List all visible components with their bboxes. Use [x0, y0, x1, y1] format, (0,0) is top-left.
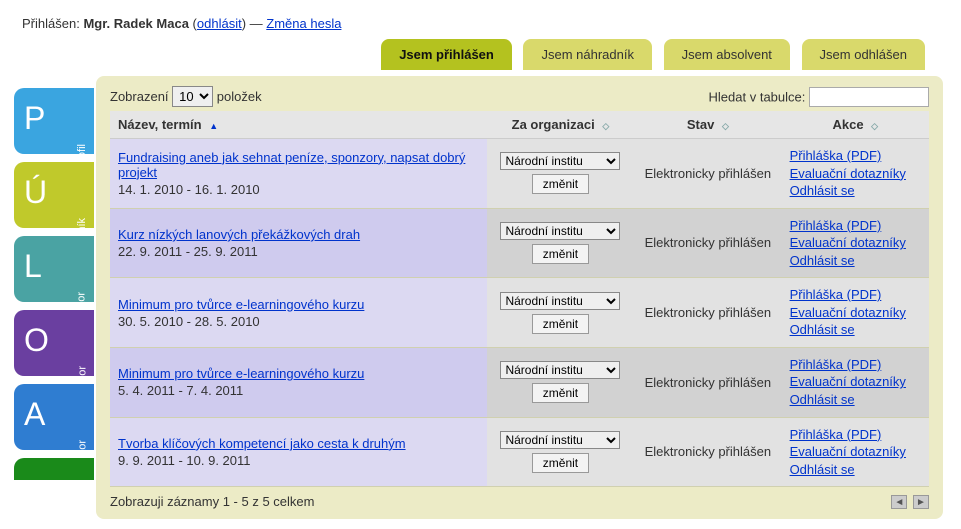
action-signoff[interactable]: Odhlásit se — [790, 321, 921, 339]
content-panel: Zobrazení 10 položek Hledat v tabulce: — [96, 76, 943, 519]
side-tab-organizator[interactable]: O Organizátor — [14, 310, 94, 376]
login-label: Přihlášen: — [22, 16, 80, 31]
course-dates: 14. 1. 2010 - 16. 1. 2010 — [118, 182, 479, 197]
table-search: Hledat v tabulce: — [709, 87, 929, 107]
action-eval[interactable]: Evaluační dotazníky — [790, 443, 921, 461]
tab-substitute[interactable]: Jsem náhradník — [523, 39, 652, 70]
change-button[interactable]: změnit — [532, 174, 589, 194]
change-button[interactable]: změnit — [532, 383, 589, 403]
page-size-control: Zobrazení 10 položek — [110, 86, 262, 107]
course-dates: 22. 9. 2011 - 25. 9. 2011 — [118, 244, 479, 259]
org-select[interactable]: Národní institu — [500, 222, 620, 240]
action-eval[interactable]: Evaluační dotazníky — [790, 165, 921, 183]
org-select[interactable]: Národní institu — [500, 292, 620, 310]
col-name[interactable]: Název, termín ▲ — [110, 111, 487, 139]
org-select[interactable]: Národní institu — [500, 152, 620, 170]
login-bar: Přihlášen: Mgr. Radek Maca (odhlásit) — … — [18, 10, 943, 39]
status-cell: Elektronicky přihlášen — [634, 347, 781, 417]
sort-asc-icon: ▲ — [209, 121, 218, 131]
login-username: Mgr. Radek Maca — [83, 16, 189, 31]
sort-icon: ◇ — [722, 121, 729, 131]
sort-icon: ◇ — [602, 121, 609, 131]
course-dates: 30. 5. 2010 - 28. 5. 2010 — [118, 314, 479, 329]
col-actions[interactable]: Akce ◇ — [782, 111, 929, 139]
course-link[interactable]: Fundraising aneb jak sehnat peníze, spon… — [118, 150, 465, 180]
course-link[interactable]: Minimum pro tvůrce e-learningového kurzu — [118, 366, 364, 381]
course-link[interactable]: Tvorba klíčových kompetencí jako cesta k… — [118, 436, 406, 451]
action-signoff[interactable]: Odhlásit se — [790, 182, 921, 200]
pager: ◄ ► — [889, 493, 929, 509]
login-sep: — — [250, 16, 263, 31]
logout-link[interactable]: odhlásit — [197, 16, 242, 31]
action-eval[interactable]: Evaluační dotazníky — [790, 304, 921, 322]
status-cell: Elektronicky přihlášen — [634, 417, 781, 487]
side-tab-profil[interactable]: P Profil — [14, 88, 94, 154]
table-row: Minimum pro tvůrce e-learningového kurzu… — [110, 347, 929, 417]
col-org[interactable]: Za organizaci ◇ — [487, 111, 634, 139]
top-tabs: Jsem přihlášen Jsem náhradník Jsem absol… — [18, 39, 943, 70]
org-select[interactable]: Národní institu — [500, 361, 620, 379]
tab-enrolled[interactable]: Jsem přihlášen — [381, 39, 512, 70]
action-signoff[interactable]: Odhlásit se — [790, 252, 921, 270]
table-row: Tvorba klíčových kompetencí jako cesta k… — [110, 417, 929, 487]
table-row: Fundraising aneb jak sehnat peníze, spon… — [110, 139, 929, 209]
side-tab-autor[interactable]: A Autor — [14, 384, 94, 450]
change-button[interactable]: změnit — [532, 244, 589, 264]
change-password-link[interactable]: Změna hesla — [266, 16, 341, 31]
action-signoff[interactable]: Odhlásit se — [790, 391, 921, 409]
side-tab-ucastnik[interactable]: Ú Účastník — [14, 162, 94, 228]
tab-unenrolled[interactable]: Jsem odhlášen — [802, 39, 925, 70]
action-application-pdf[interactable]: Přihláška (PDF) — [790, 217, 921, 235]
action-eval[interactable]: Evaluační dotazníky — [790, 373, 921, 391]
pager-next[interactable]: ► — [913, 495, 929, 509]
action-application-pdf[interactable]: Přihláška (PDF) — [790, 286, 921, 304]
course-link[interactable]: Minimum pro tvůrce e-learningového kurzu — [118, 297, 364, 312]
table-row: Kurz nízkých lanových překážkových drah 2… — [110, 208, 929, 278]
side-nav: P Profil Ú Účastník L Lektor O Organizát… — [14, 88, 94, 488]
course-dates: 5. 4. 2011 - 7. 4. 2011 — [118, 383, 479, 398]
sort-icon: ◇ — [871, 121, 878, 131]
side-tab-extra[interactable] — [14, 458, 94, 480]
action-application-pdf[interactable]: Přihláška (PDF) — [790, 426, 921, 444]
status-cell: Elektronicky přihlášen — [634, 278, 781, 348]
search-input[interactable] — [809, 87, 929, 107]
tab-graduate[interactable]: Jsem absolvent — [664, 39, 790, 70]
col-status[interactable]: Stav ◇ — [634, 111, 781, 139]
status-cell: Elektronicky přihlášen — [634, 208, 781, 278]
action-application-pdf[interactable]: Přihláška (PDF) — [790, 356, 921, 374]
action-eval[interactable]: Evaluační dotazníky — [790, 234, 921, 252]
table-row: Minimum pro tvůrce e-learningového kurzu… — [110, 278, 929, 348]
side-tab-lektor[interactable]: L Lektor — [14, 236, 94, 302]
action-signoff[interactable]: Odhlásit se — [790, 461, 921, 479]
change-button[interactable]: změnit — [532, 453, 589, 473]
org-select[interactable]: Národní institu — [500, 431, 620, 449]
action-application-pdf[interactable]: Přihláška (PDF) — [790, 147, 921, 165]
status-cell: Elektronicky přihlášen — [634, 139, 781, 209]
course-link[interactable]: Kurz nízkých lanových překážkových drah — [118, 227, 360, 242]
table-summary: Zobrazuji záznamy 1 - 5 z 5 celkem — [110, 494, 314, 509]
courses-table: Název, termín ▲ Za organizaci ◇ Stav ◇ — [110, 111, 929, 487]
course-dates: 9. 9. 2011 - 10. 9. 2011 — [118, 453, 479, 468]
page-size-select[interactable]: 10 — [172, 86, 213, 107]
pager-prev[interactable]: ◄ — [891, 495, 907, 509]
change-button[interactable]: změnit — [532, 314, 589, 334]
